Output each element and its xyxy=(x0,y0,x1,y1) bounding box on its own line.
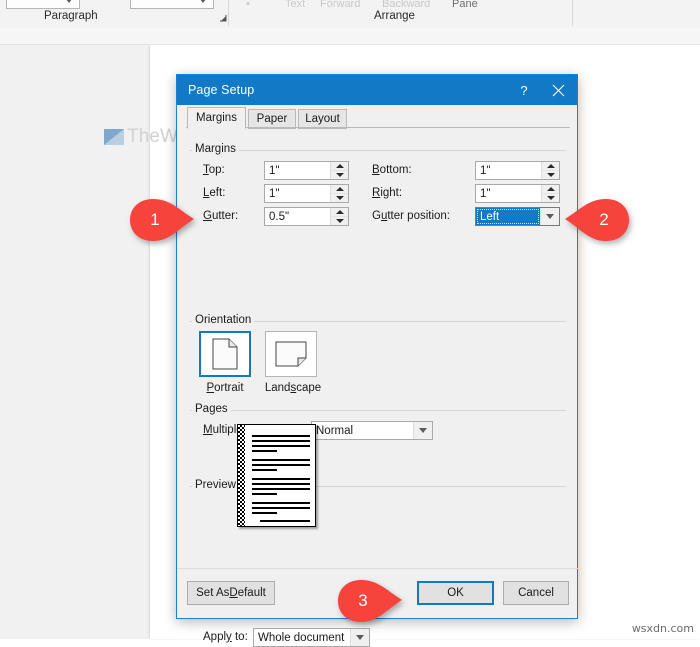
dialog-titlebar: Page Setup ? xyxy=(177,75,577,105)
stepper-down-icon[interactable] xyxy=(331,217,348,225)
stepper-arrows[interactable] xyxy=(541,185,559,202)
right-margin-label: Right: xyxy=(372,187,403,199)
right-margin-value: 1" xyxy=(480,187,491,200)
stepper-up-icon[interactable] xyxy=(542,162,559,171)
callout-number: 3 xyxy=(358,591,368,610)
stepper-down-icon[interactable] xyxy=(542,171,559,179)
set-as-default-button[interactable]: Set As Default xyxy=(187,581,275,605)
page-preview-thumbnail xyxy=(237,424,316,527)
help-icon[interactable]: ? xyxy=(507,75,541,105)
ribbon-divider xyxy=(572,0,573,26)
orientation-group-title: Orientation xyxy=(192,314,255,326)
stepper-arrows[interactable] xyxy=(541,162,559,179)
dialog-launcher-icon[interactable] xyxy=(218,14,227,23)
chevron-down-icon[interactable] xyxy=(540,208,559,225)
close-icon[interactable] xyxy=(541,75,575,105)
ribbon-item-forward[interactable]: Forward xyxy=(320,0,360,10)
callout-marker-1: 1 xyxy=(128,197,196,243)
ribbon-divider xyxy=(228,0,229,26)
bottom-margin-value: 1" xyxy=(480,164,491,177)
preview-gutter-strip xyxy=(238,425,245,526)
landscape-page-icon xyxy=(275,341,307,367)
ribbon-item-backward[interactable]: Backward xyxy=(382,0,430,10)
ok-button[interactable]: OK xyxy=(417,581,494,605)
multiple-pages-value: Normal xyxy=(316,424,354,437)
stepper-down-icon[interactable] xyxy=(331,171,348,179)
stepper-down-icon[interactable] xyxy=(331,194,348,202)
left-margin-stepper[interactable]: 1" xyxy=(264,184,349,203)
gutter-position-select[interactable]: Left xyxy=(475,207,560,226)
stepper-up-icon[interactable] xyxy=(331,208,348,217)
thewindowsclub-logo-icon xyxy=(104,129,124,145)
footer-divider xyxy=(177,568,579,569)
portrait-page-icon xyxy=(212,338,238,370)
gutter-value: 0.5" xyxy=(269,210,290,223)
pages-group-title: Pages xyxy=(192,403,231,415)
top-margin-value: 1" xyxy=(269,164,280,177)
stepper-arrows[interactable] xyxy=(330,162,348,179)
bottom-margin-label: Bottom: xyxy=(372,164,412,176)
ribbon-item-text[interactable]: Text xyxy=(285,0,305,10)
stepper-down-icon[interactable] xyxy=(542,194,559,202)
apply-to-select[interactable]: Whole document xyxy=(253,628,370,647)
ribbon-item-wrap-text[interactable]: • xyxy=(246,0,250,10)
orientation-option-portrait[interactable] xyxy=(199,331,251,377)
ribbon-lower-strip xyxy=(0,28,700,45)
callout-marker-3: 3 xyxy=(336,578,404,624)
stepper-up-icon[interactable] xyxy=(542,185,559,194)
group-divider xyxy=(190,150,566,151)
stepper-up-icon[interactable] xyxy=(331,162,348,171)
dialog-title: Page Setup xyxy=(188,83,255,97)
site-credit: wsxdn.com xyxy=(631,622,694,635)
gutter-label: Gutter: xyxy=(203,210,239,222)
callout-number: 2 xyxy=(599,210,609,229)
apply-to-value: Whole document xyxy=(258,631,345,644)
stepper-arrows[interactable] xyxy=(330,185,348,202)
page-setup-dialog: Page Setup ? Margins Paper Layout Margin… xyxy=(176,74,579,647)
orientation-landscape-label: Landscape xyxy=(264,382,322,394)
tab-layout[interactable]: Layout xyxy=(298,109,347,129)
dialog-tabstrip: Margins Paper Layout xyxy=(177,105,577,129)
bottom-margin-stepper[interactable]: 1" xyxy=(475,161,560,180)
stepper-up-icon[interactable] xyxy=(331,185,348,194)
ribbon-strip: Paragraph • Text Forward Backward Pane A… xyxy=(0,0,700,29)
orientation-portrait-label: Portrait xyxy=(206,382,244,394)
preview-group-title: Preview xyxy=(192,479,239,491)
ribbon-group-arrange-label: Arrange xyxy=(374,10,415,22)
callout-number: 1 xyxy=(150,210,160,229)
chevron-down-icon xyxy=(200,0,206,3)
left-margin-value: 1" xyxy=(269,187,280,200)
top-margin-stepper[interactable]: 1" xyxy=(264,161,349,180)
left-margin-label: Left: xyxy=(203,187,226,199)
gutter-position-value: Left xyxy=(476,208,540,225)
right-margin-stepper[interactable]: 1" xyxy=(475,184,560,203)
cancel-button[interactable]: Cancel xyxy=(503,581,569,605)
ribbon-list-icon[interactable] xyxy=(86,0,104,7)
tab-margins[interactable]: Margins xyxy=(187,107,246,129)
apply-to-label: Apply to: xyxy=(203,631,248,643)
ribbon-item-pane[interactable]: Pane xyxy=(452,0,478,10)
ribbon-group-paragraph-label: Paragraph xyxy=(44,10,98,22)
gutter-position-label: Gutter position: xyxy=(372,210,451,222)
margins-group-title: Margins xyxy=(192,143,239,155)
chevron-down-icon[interactable] xyxy=(350,629,369,646)
multiple-pages-select[interactable]: Normal xyxy=(311,421,433,440)
chevron-down-icon[interactable] xyxy=(413,422,432,439)
group-divider xyxy=(190,410,566,411)
tab-paper[interactable]: Paper xyxy=(248,109,296,129)
top-margin-label: Top: xyxy=(203,164,225,176)
orientation-option-landscape[interactable] xyxy=(265,331,317,377)
chevron-down-icon xyxy=(66,0,72,3)
stepper-arrows[interactable] xyxy=(330,208,348,225)
gutter-stepper[interactable]: 0.5" xyxy=(264,207,349,226)
callout-marker-2: 2 xyxy=(563,197,631,243)
